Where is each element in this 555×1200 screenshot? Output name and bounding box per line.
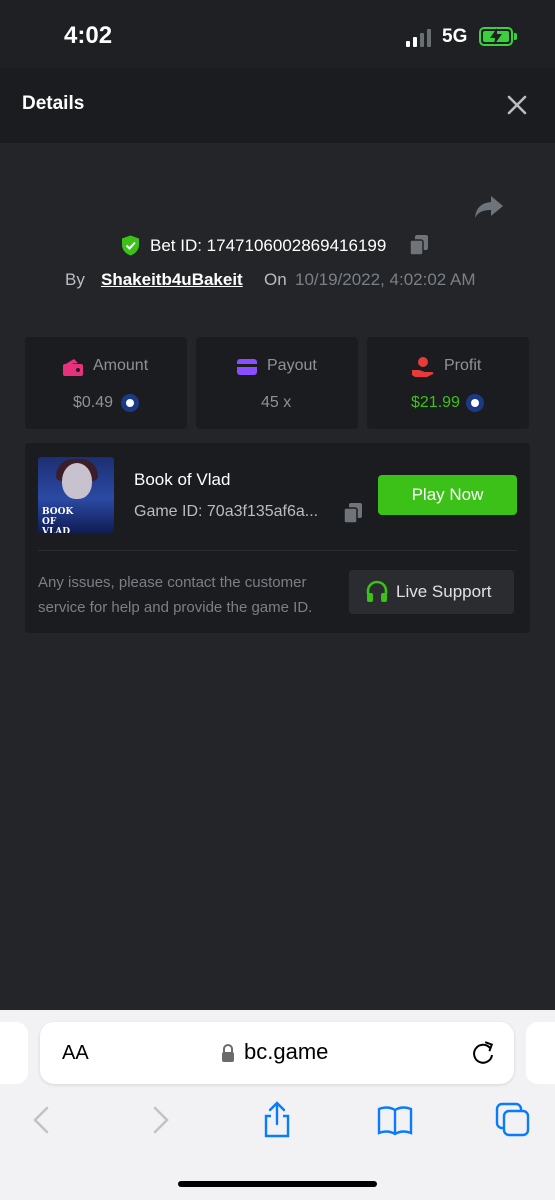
details-header: Details xyxy=(0,68,555,143)
page-title: Details xyxy=(22,93,85,114)
amount-label: Amount xyxy=(93,357,149,374)
coin-icon xyxy=(466,394,484,412)
bookmarks-icon[interactable] xyxy=(375,1100,415,1140)
live-support-button[interactable]: Live Support xyxy=(349,570,514,614)
shield-check-icon xyxy=(122,235,139,256)
amount-card: Amount $0.49 xyxy=(25,337,187,429)
payout-label: Payout xyxy=(267,357,317,374)
payout-card: Payout 45 x xyxy=(196,337,358,429)
battery-tip xyxy=(514,33,517,40)
username-link[interactable]: Shakeitb4uBakeit xyxy=(101,270,243,290)
previous-tab[interactable] xyxy=(0,1022,28,1084)
coin-icon xyxy=(121,394,139,412)
payout-value: 45 x xyxy=(261,394,292,411)
home-indicator xyxy=(178,1181,377,1187)
close-icon[interactable] xyxy=(506,94,528,116)
game-thumbnail[interactable]: BOOK OF VLAD xyxy=(38,457,114,533)
reload-icon[interactable] xyxy=(470,1040,496,1066)
forward-icon[interactable] xyxy=(140,1100,180,1140)
status-time: 4:02 xyxy=(64,22,113,49)
amount-value: $0.49 xyxy=(73,394,114,411)
back-icon[interactable] xyxy=(22,1100,62,1140)
text-size-button[interactable]: AA xyxy=(62,1042,89,1065)
card-icon xyxy=(237,359,257,375)
network-type: 5G xyxy=(442,26,468,47)
copy-icon[interactable] xyxy=(409,234,429,256)
profit-label: Profit xyxy=(444,357,482,374)
headset-icon xyxy=(366,580,388,602)
divider xyxy=(38,550,517,551)
by-label: By xyxy=(65,270,85,289)
status-bar: 4:02 5G xyxy=(0,0,555,68)
address-bar[interactable]: AA bc.game xyxy=(40,1022,514,1084)
lock-icon xyxy=(222,1043,234,1062)
next-tab[interactable] xyxy=(526,1022,555,1084)
profit-card: Profit $21.99 xyxy=(367,337,529,429)
play-now-button[interactable]: Play Now xyxy=(378,475,517,515)
share-sheet-icon[interactable] xyxy=(257,1100,297,1140)
hand-coin-icon xyxy=(412,357,434,377)
bet-id: Bet ID: 1747106002869416199 xyxy=(150,236,387,255)
signal-icon xyxy=(406,29,434,47)
profit-value: $21.99 xyxy=(411,394,460,411)
game-id: Game ID: 70a3f135af6a... xyxy=(134,503,319,520)
thumb-title: BOOK OF VLAD xyxy=(42,507,74,533)
charging-bolt-icon xyxy=(490,28,502,45)
share-icon[interactable] xyxy=(474,194,504,220)
copy-icon[interactable] xyxy=(343,502,363,524)
live-support-label: Live Support xyxy=(396,582,492,601)
tabs-icon[interactable] xyxy=(493,1100,533,1140)
on-label: On xyxy=(264,270,287,289)
support-note: Any issues, please contact the customer … xyxy=(38,574,313,616)
url-text: bc.game xyxy=(244,1039,329,1064)
wallet-icon xyxy=(63,359,83,376)
game-title: Book of Vlad xyxy=(134,470,231,489)
bet-datetime: 10/19/2022, 4:02:02 AM xyxy=(295,270,476,289)
